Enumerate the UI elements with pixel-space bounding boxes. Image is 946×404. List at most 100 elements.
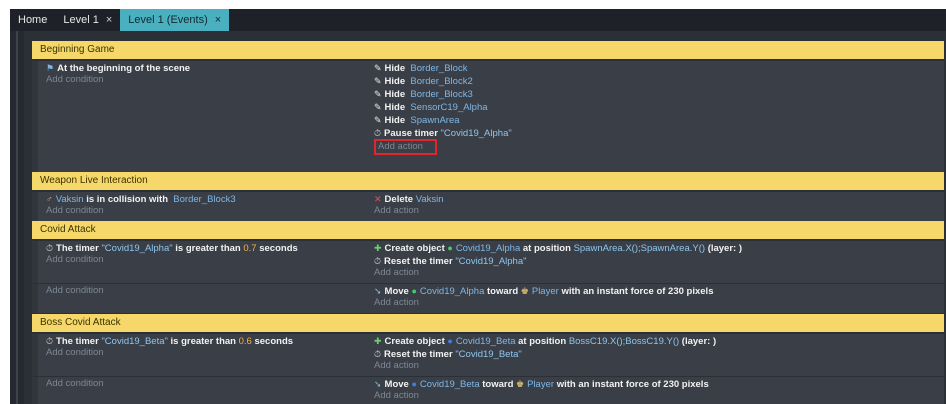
actions-column[interactable]: ✕ Delete Vaksin Add action bbox=[374, 192, 944, 221]
add-action-link[interactable]: Add action bbox=[374, 360, 944, 372]
object-name: SpawnArea bbox=[410, 115, 460, 126]
action-item[interactable]: ⏱ Pause timer "Covid19_Alpha" bbox=[374, 127, 944, 139]
action-text: at position bbox=[522, 243, 571, 254]
condition-text: is greater than bbox=[175, 243, 241, 254]
timer-value: 0.6 bbox=[238, 336, 252, 347]
action-verb: Move bbox=[384, 286, 409, 297]
action-item[interactable]: ✚ Create object ● Covid19_Beta at position… bbox=[374, 335, 944, 347]
add-action-link[interactable]: Add action bbox=[374, 267, 944, 279]
position-expression: SpawnArea.X();SpawnArea.Y() bbox=[573, 243, 706, 254]
action-verb: Pause timer bbox=[384, 128, 438, 139]
hide-icon: ✎ bbox=[374, 89, 382, 99]
event-row[interactable]: ⏱ The timer "Covid19_Beta" is greater tha… bbox=[32, 333, 944, 376]
event-handle[interactable] bbox=[32, 61, 38, 172]
action-verb: Hide bbox=[384, 89, 406, 100]
actions-column[interactable]: ✚ Create object ● Covid19_Alpha at positio… bbox=[374, 241, 944, 283]
actions-column[interactable]: ✚ Create object ● Covid19_Beta at position… bbox=[374, 334, 944, 376]
comment-covid-attack[interactable]: Covid Attack bbox=[32, 221, 944, 239]
close-icon[interactable]: × bbox=[106, 14, 112, 26]
action-item[interactable]: ✎ Hide SensorC19_Alpha bbox=[374, 101, 944, 113]
add-condition-link[interactable]: Add condition bbox=[46, 254, 368, 266]
action-item[interactable]: ✎ Hide Border_Block bbox=[374, 62, 944, 74]
timer-icon: ⏱ bbox=[46, 243, 54, 253]
action-verb: Hide bbox=[384, 63, 406, 74]
comment-beginning-game[interactable]: Beginning Game bbox=[32, 41, 944, 59]
tab-home[interactable]: Home bbox=[10, 9, 55, 31]
object-name: Covid19_Beta bbox=[419, 379, 480, 390]
create-object-icon: ✚ bbox=[374, 336, 382, 346]
events-sheet: Beginning Game ⚑ At the beginning of the … bbox=[24, 31, 946, 404]
add-action-link[interactable]: Add action bbox=[374, 205, 944, 217]
sprite-icon: ● bbox=[447, 336, 453, 346]
event-handle[interactable] bbox=[32, 284, 38, 313]
action-item[interactable]: ➘ Move ● Covid19_Alpha toward ♚ Player with… bbox=[374, 285, 944, 297]
action-item[interactable]: ✎ Hide Border_Block2 bbox=[374, 75, 944, 87]
condition-text: seconds bbox=[259, 243, 298, 254]
create-object-icon: ✚ bbox=[374, 243, 382, 253]
condition-text: is in collision with bbox=[86, 194, 169, 205]
action-item[interactable]: ⏱ Reset the timer "Covid19_Beta" bbox=[374, 348, 944, 360]
conditions-column[interactable]: ♂ Vaksin is in collision with Border_Bloc… bbox=[46, 192, 368, 221]
action-item[interactable]: ✎ Hide SpawnArea bbox=[374, 114, 944, 126]
actions-column[interactable]: ➘ Move ● Covid19_Beta toward ♚ Player with … bbox=[374, 377, 944, 404]
add-condition-link[interactable]: Add condition bbox=[46, 205, 368, 217]
action-item[interactable]: ✚ Create object ● Covid19_Alpha at positio… bbox=[374, 242, 944, 254]
action-verb: Create object bbox=[384, 243, 445, 254]
condition-text: is greater than bbox=[170, 336, 236, 347]
action-verb: Create object bbox=[384, 336, 445, 347]
timer-name: "Covid19_Beta" bbox=[101, 336, 168, 347]
action-item[interactable]: ✎ Hide Border_Block3 bbox=[374, 88, 944, 100]
action-text: at position bbox=[518, 336, 567, 347]
event-handle[interactable] bbox=[32, 192, 38, 221]
add-action-link-highlighted[interactable]: Add action bbox=[374, 139, 944, 155]
action-item[interactable]: ➘ Move ● Covid19_Beta toward ♚ Player with … bbox=[374, 378, 944, 390]
add-condition-link[interactable]: Add condition bbox=[46, 285, 368, 297]
tab-label: Level 1 bbox=[63, 14, 99, 26]
event-row[interactable]: ⚑ At the beginning of the scene Add condi… bbox=[32, 60, 944, 172]
condition-item[interactable]: ⚑ At the beginning of the scene bbox=[46, 62, 368, 74]
add-action-link[interactable]: Add action bbox=[374, 390, 944, 402]
conditions-column[interactable]: Add condition bbox=[46, 284, 368, 313]
action-text: toward bbox=[487, 286, 519, 297]
event-row[interactable]: Add condition ➘ Move ● Covid19_Alpha towar… bbox=[32, 283, 944, 313]
action-item[interactable]: ⏱ Reset the timer "Covid19_Alpha" bbox=[374, 255, 944, 267]
page-header-cropped bbox=[0, 0, 946, 9]
tab-level-1-events[interactable]: Level 1 (Events) × bbox=[120, 9, 230, 31]
event-handle[interactable] bbox=[32, 241, 38, 283]
event-row[interactable]: ♂ Vaksin is in collision with Border_Bloc… bbox=[32, 191, 944, 221]
move-icon: ➘ bbox=[374, 286, 382, 296]
add-condition-link[interactable]: Add condition bbox=[46, 378, 368, 390]
player-icon: ♚ bbox=[516, 379, 525, 389]
close-icon[interactable]: × bbox=[215, 14, 221, 26]
comment-text: Beginning Game bbox=[40, 44, 115, 55]
action-verb: Hide bbox=[384, 102, 406, 113]
conditions-column[interactable]: ⏱ The timer "Covid19_Alpha" is greater th… bbox=[46, 241, 368, 283]
actions-column[interactable]: ➘ Move ● Covid19_Alpha toward ♚ Player with… bbox=[374, 284, 944, 313]
add-condition-link[interactable]: Add condition bbox=[46, 347, 368, 359]
actions-column[interactable]: ✎ Hide Border_Block ✎ Hide Border_Block2 ✎… bbox=[374, 61, 944, 172]
action-verb: Hide bbox=[384, 76, 406, 87]
add-condition-link[interactable]: Add condition bbox=[46, 74, 368, 86]
tab-level-1[interactable]: Level 1 × bbox=[55, 9, 120, 31]
conditions-column[interactable]: ⏱ The timer "Covid19_Beta" is greater tha… bbox=[46, 334, 368, 376]
highlight-box[interactable]: Add action bbox=[374, 139, 437, 155]
condition-item[interactable]: ⏱ The timer "Covid19_Beta" is greater tha… bbox=[46, 335, 368, 347]
action-verb: Move bbox=[384, 379, 409, 390]
sprite-icon: ● bbox=[447, 243, 453, 253]
event-row[interactable]: Add condition ➘ Move ● Covid19_Beta toward… bbox=[32, 376, 944, 404]
conditions-column[interactable]: ⚑ At the beginning of the scene Add condi… bbox=[46, 61, 368, 172]
hide-icon: ✎ bbox=[374, 102, 382, 112]
condition-item[interactable]: ⏱ The timer "Covid19_Alpha" is greater th… bbox=[46, 242, 368, 254]
event-row[interactable]: ⏱ The timer "Covid19_Alpha" is greater th… bbox=[32, 240, 944, 283]
hide-icon: ✎ bbox=[374, 115, 382, 125]
hide-icon: ✎ bbox=[374, 76, 382, 86]
event-handle[interactable] bbox=[32, 377, 38, 404]
action-item[interactable]: ✕ Delete Vaksin bbox=[374, 193, 944, 205]
comment-weapon-live-interaction[interactable]: Weapon Live Interaction bbox=[32, 172, 944, 190]
condition-item[interactable]: ♂ Vaksin is in collision with Border_Bloc… bbox=[46, 193, 368, 205]
event-handle[interactable] bbox=[32, 334, 38, 376]
action-text: (layer: ) bbox=[707, 243, 743, 254]
comment-boss-covid-attack[interactable]: Boss Covid Attack bbox=[32, 314, 944, 332]
conditions-column[interactable]: Add condition bbox=[46, 377, 368, 404]
add-action-link[interactable]: Add action bbox=[374, 297, 944, 309]
